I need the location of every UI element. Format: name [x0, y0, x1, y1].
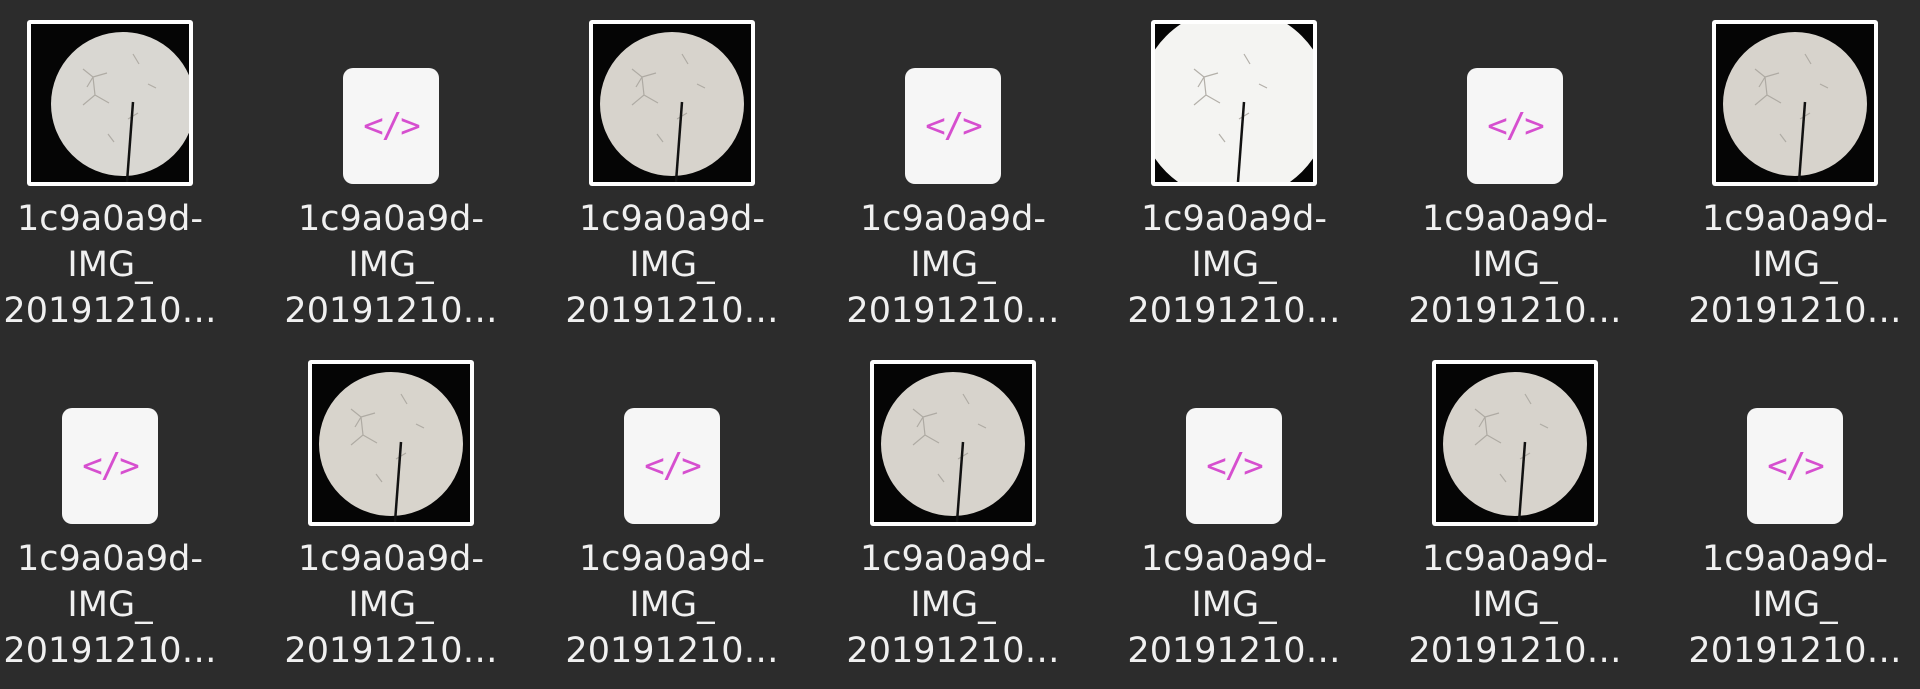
image-file-item[interactable]: 1c9a0a9d- IMG_ 20191210…: [1104, 0, 1364, 331]
file-name-line: 20191210…: [1127, 291, 1341, 331]
file-name-line: IMG_: [910, 585, 996, 625]
file-name-line: 1c9a0a9d-: [1701, 539, 1889, 579]
file-name-line: IMG_: [1191, 245, 1277, 285]
code-file-icon: </>: [905, 68, 1001, 184]
file-name-label: 1c9a0a9d- IMG_ 20191210…: [1385, 196, 1645, 334]
image-file-item[interactable]: 1c9a0a9d- IMG_ 20191210…: [542, 0, 802, 331]
code-file-item[interactable]: </> 1c9a0a9d- IMG_ 20191210…: [261, 0, 521, 331]
file-name-label: 1c9a0a9d- IMG_ 20191210…: [1104, 536, 1364, 674]
code-file-icon: </>: [1186, 408, 1282, 524]
code-glyph: </>: [1487, 106, 1544, 146]
code-file-item[interactable]: </> 1c9a0a9d- IMG_ 20191210…: [1665, 340, 1920, 671]
image-file-item[interactable]: 1c9a0a9d- IMG_ 20191210…: [823, 340, 1083, 671]
code-file-item[interactable]: </> 1c9a0a9d- IMG_ 20191210…: [542, 340, 802, 671]
file-name-line: 20191210…: [846, 291, 1060, 331]
file-name-line: 20191210…: [284, 631, 498, 671]
file-name-line: 1c9a0a9d-: [1140, 199, 1328, 239]
file-name-line: IMG_: [1472, 245, 1558, 285]
file-name-line: IMG_: [1752, 245, 1838, 285]
file-name-label: 1c9a0a9d- IMG_ 20191210…: [823, 196, 1083, 334]
code-file-icon: </>: [624, 408, 720, 524]
code-glyph: </>: [1767, 446, 1824, 486]
file-name-line: IMG_: [910, 245, 996, 285]
code-file-icon: </>: [62, 408, 158, 524]
file-name-label: 1c9a0a9d- IMG_ 20191210…: [1665, 536, 1920, 674]
code-file-item[interactable]: </> 1c9a0a9d- IMG_ 20191210…: [0, 340, 240, 671]
file-name-label: 1c9a0a9d- IMG_ 20191210…: [261, 196, 521, 334]
image-thumbnail: [27, 20, 193, 186]
file-icon-grid: 1c9a0a9d- IMG_ 20191210… </> 1c9a0a9d- IMG_ 20…: [0, 0, 1920, 689]
file-name-line: IMG_: [348, 245, 434, 285]
file-name-line: 1c9a0a9d-: [1421, 199, 1609, 239]
file-name-label: 1c9a0a9d- IMG_ 20191210…: [542, 196, 802, 334]
file-name-line: 20191210…: [1127, 631, 1341, 671]
file-name-line: 20191210…: [3, 631, 217, 671]
file-name-line: 20191210…: [846, 631, 1060, 671]
file-name-line: IMG_: [1191, 585, 1277, 625]
code-glyph: </>: [363, 106, 420, 146]
file-name-line: 1c9a0a9d-: [859, 199, 1047, 239]
file-name-label: 1c9a0a9d- IMG_ 20191210…: [1385, 536, 1645, 674]
image-thumbnail: [589, 20, 755, 186]
image-thumbnail: [1712, 20, 1878, 186]
file-name-label: 1c9a0a9d- IMG_ 20191210…: [1104, 196, 1364, 334]
code-file-item[interactable]: </> 1c9a0a9d- IMG_ 20191210…: [823, 0, 1083, 331]
file-name-line: 20191210…: [284, 291, 498, 331]
file-name-line: 1c9a0a9d-: [578, 539, 766, 579]
file-name-label: 1c9a0a9d- IMG_ 20191210…: [0, 196, 240, 334]
file-name-line: 20191210…: [1688, 291, 1902, 331]
code-file-icon: </>: [343, 68, 439, 184]
file-name-line: 20191210…: [3, 291, 217, 331]
code-glyph: </>: [82, 446, 139, 486]
image-file-item[interactable]: 1c9a0a9d- IMG_ 20191210…: [261, 340, 521, 671]
image-thumbnail: [870, 360, 1036, 526]
file-name-line: IMG_: [67, 585, 153, 625]
file-name-label: 1c9a0a9d- IMG_ 20191210…: [1665, 196, 1920, 334]
file-name-line: 1c9a0a9d-: [297, 539, 485, 579]
image-file-item[interactable]: 1c9a0a9d- IMG_ 20191210…: [1665, 0, 1920, 331]
file-name-line: IMG_: [1472, 585, 1558, 625]
code-file-icon: </>: [1467, 68, 1563, 184]
file-name-line: 1c9a0a9d-: [1701, 199, 1889, 239]
code-glyph: </>: [925, 106, 982, 146]
image-thumbnail: [1432, 360, 1598, 526]
file-name-line: IMG_: [67, 245, 153, 285]
file-name-line: 20191210…: [1408, 631, 1622, 671]
code-file-item[interactable]: </> 1c9a0a9d- IMG_ 20191210…: [1104, 340, 1364, 671]
code-file-icon: </>: [1747, 408, 1843, 524]
file-name-line: 1c9a0a9d-: [859, 539, 1047, 579]
file-name-label: 1c9a0a9d- IMG_ 20191210…: [261, 536, 521, 674]
image-thumbnail: [308, 360, 474, 526]
file-name-line: 20191210…: [1688, 631, 1902, 671]
file-name-line: 1c9a0a9d-: [16, 199, 204, 239]
file-name-line: IMG_: [629, 245, 715, 285]
file-name-line: 1c9a0a9d-: [1421, 539, 1609, 579]
code-glyph: </>: [1206, 446, 1263, 486]
file-name-label: 1c9a0a9d- IMG_ 20191210…: [542, 536, 802, 674]
file-name-line: 1c9a0a9d-: [578, 199, 766, 239]
code-file-item[interactable]: </> 1c9a0a9d- IMG_ 20191210…: [1385, 0, 1645, 331]
file-name-line: 1c9a0a9d-: [297, 199, 485, 239]
file-name-line: IMG_: [348, 585, 434, 625]
image-file-item[interactable]: 1c9a0a9d- IMG_ 20191210…: [1385, 340, 1645, 671]
file-name-label: 1c9a0a9d- IMG_ 20191210…: [0, 536, 240, 674]
file-name-line: 1c9a0a9d-: [16, 539, 204, 579]
file-name-line: 20191210…: [565, 631, 779, 671]
file-name-line: 20191210…: [565, 291, 779, 331]
file-name-line: IMG_: [629, 585, 715, 625]
file-name-line: 20191210…: [1408, 291, 1622, 331]
file-name-label: 1c9a0a9d- IMG_ 20191210…: [823, 536, 1083, 674]
file-name-line: IMG_: [1752, 585, 1838, 625]
image-thumbnail: [1151, 20, 1317, 186]
code-glyph: </>: [644, 446, 701, 486]
file-name-line: 1c9a0a9d-: [1140, 539, 1328, 579]
image-file-item[interactable]: 1c9a0a9d- IMG_ 20191210…: [0, 0, 240, 331]
